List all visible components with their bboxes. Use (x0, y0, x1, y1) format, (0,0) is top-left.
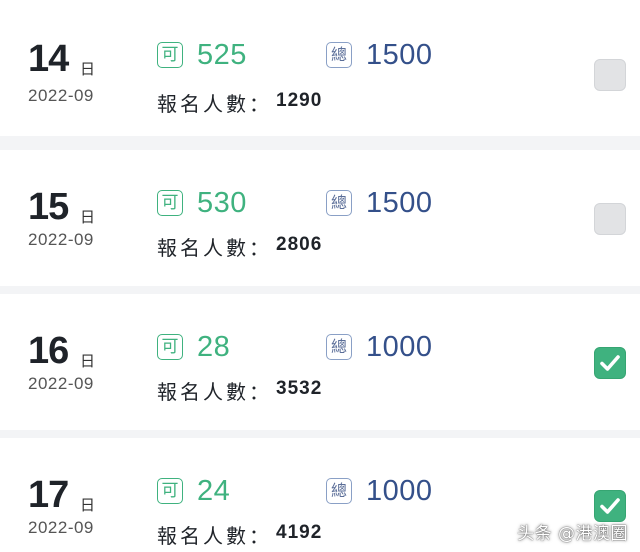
day-unit-label: 日 (80, 208, 96, 226)
session-checkbox[interactable] (594, 490, 626, 522)
session-checkbox[interactable] (594, 59, 626, 91)
watermark: 头条 @港澳圈 (517, 524, 628, 544)
session-day: 15 (28, 186, 69, 228)
total-badge-icon: 總 (326, 478, 352, 504)
day-unit-label: 日 (80, 352, 96, 370)
available-badge-icon: 可 (157, 334, 183, 360)
session-checkbox[interactable] (594, 347, 626, 379)
registered-count: 3532 (276, 378, 323, 399)
registered-count: 1290 (276, 90, 323, 111)
available-count: 28 (197, 331, 231, 363)
total-count: 1500 (366, 39, 433, 71)
available-count: 24 (197, 475, 231, 507)
registered-label: 報名人數： (157, 236, 272, 260)
day-unit-label: 日 (80, 60, 96, 78)
available-badge-icon: 可 (157, 42, 183, 68)
registered-count: 2806 (276, 234, 323, 255)
registered-count: 4192 (276, 522, 323, 543)
available-count: 530 (197, 187, 247, 219)
registered-label: 報名人數： (157, 380, 272, 404)
session-row[interactable]: 16 日 2022-09 可 28 總 1000 報名人數： 3532 (0, 294, 640, 430)
available-badge-icon: 可 (157, 478, 183, 504)
check-icon (600, 355, 620, 371)
total-badge-icon: 總 (326, 334, 352, 360)
session-list: 14 日 2022-09 可 525 總 1500 報名人數： 1290 15 … (0, 0, 640, 552)
session-day: 14 (28, 38, 69, 80)
available-count: 525 (197, 39, 247, 71)
registered-label: 報名人數： (157, 524, 272, 548)
total-badge-icon: 總 (326, 190, 352, 216)
registered-label: 報名人數： (157, 92, 272, 116)
session-year-month: 2022-09 (28, 518, 94, 537)
check-icon (600, 498, 620, 514)
session-day: 17 (28, 474, 69, 516)
session-year-month: 2022-09 (28, 374, 94, 393)
available-badge-icon: 可 (157, 190, 183, 216)
total-count: 1500 (366, 187, 433, 219)
session-row[interactable]: 14 日 2022-09 可 525 總 1500 報名人數： 1290 (0, 0, 640, 136)
total-badge-icon: 總 (326, 42, 352, 68)
session-year-month: 2022-09 (28, 230, 94, 249)
day-unit-label: 日 (80, 496, 96, 514)
session-checkbox[interactable] (594, 203, 626, 235)
session-day: 16 (28, 330, 69, 372)
session-year-month: 2022-09 (28, 86, 94, 105)
total-count: 1000 (366, 331, 433, 363)
session-row[interactable]: 15 日 2022-09 可 530 總 1500 報名人數： 2806 (0, 150, 640, 286)
total-count: 1000 (366, 475, 433, 507)
